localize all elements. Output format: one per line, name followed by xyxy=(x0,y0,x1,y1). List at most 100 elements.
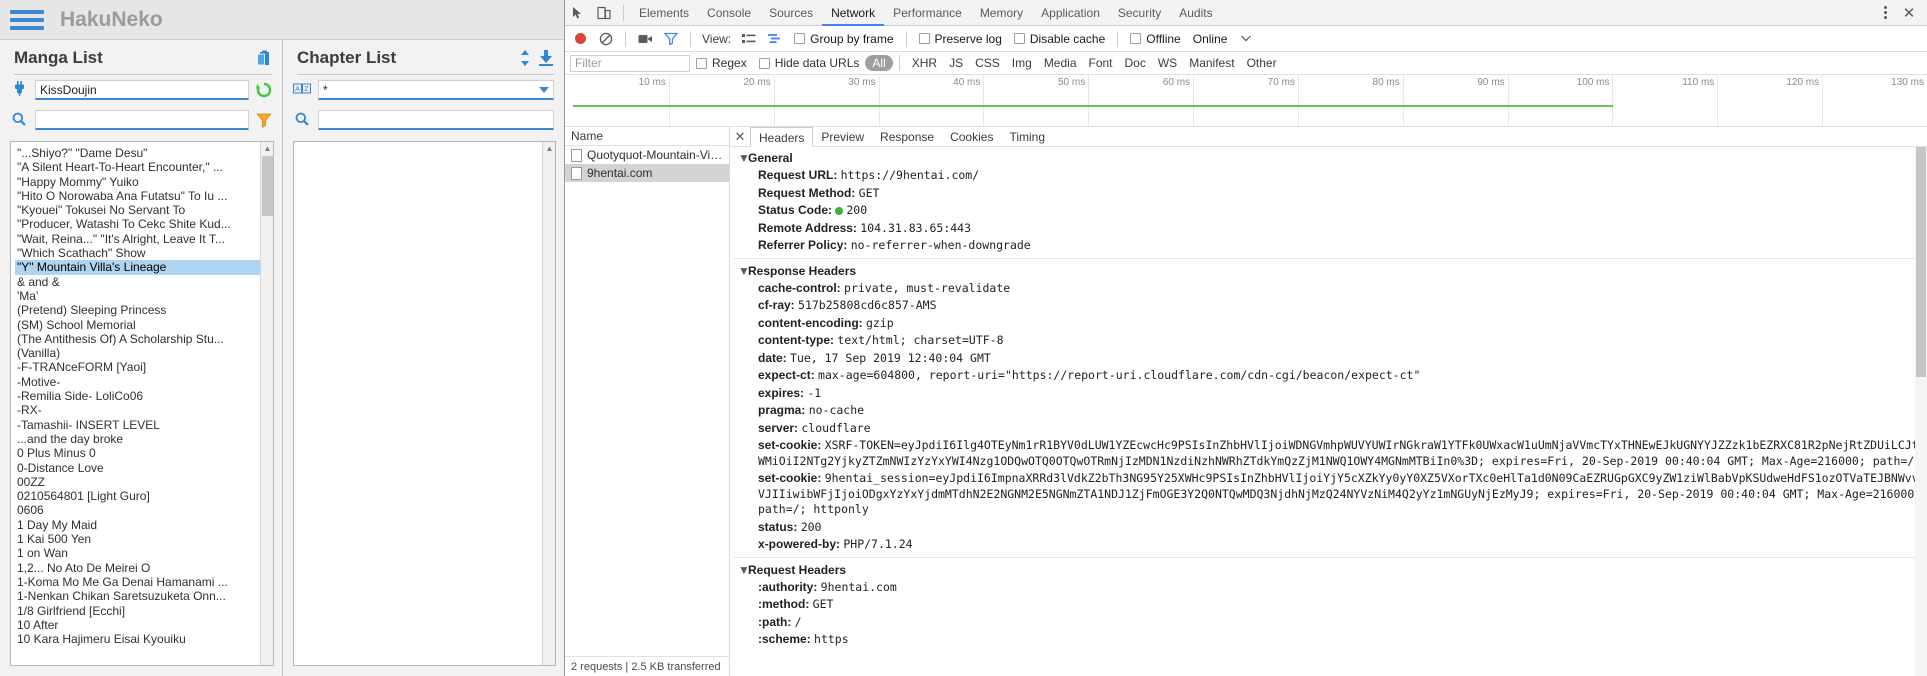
list-item[interactable]: "Y" Mountain Villa's Lineage xyxy=(15,260,273,275)
close-icon[interactable]: ✕ xyxy=(1897,0,1921,26)
hide-data-urls-checkbox[interactable]: Hide data URLs xyxy=(758,56,859,70)
triangle-down-icon[interactable]: ▼ xyxy=(738,151,750,165)
section-title[interactable]: ▼Request Headers xyxy=(734,561,1927,579)
list-view-icon[interactable] xyxy=(736,26,762,52)
list-item[interactable]: "Happy Mommy" Yuiko xyxy=(15,175,273,189)
chapter-listbox[interactable]: ▲ xyxy=(293,141,556,666)
tab-console[interactable]: Console xyxy=(698,0,760,26)
throttling-select[interactable]: Online xyxy=(1193,32,1228,46)
detail-tab-response[interactable]: Response xyxy=(872,127,942,147)
list-item[interactable]: 1-Koma Mo Me Ga Denai Hamanami ... xyxy=(15,575,273,589)
filter-type-doc[interactable]: Doc xyxy=(1119,56,1152,70)
close-icon[interactable]: ✕ xyxy=(730,129,750,145)
list-item[interactable]: & and & xyxy=(15,275,273,289)
manga-list-scrollbar[interactable]: ▲ xyxy=(260,142,273,665)
scrollbar-thumb[interactable] xyxy=(1916,147,1926,377)
offline-checkbox[interactable]: Offline xyxy=(1130,32,1181,46)
filter-type-media[interactable]: Media xyxy=(1038,56,1083,70)
checkbox-box[interactable] xyxy=(1130,33,1142,44)
list-item[interactable]: "Producer, Watashi To Cekc Shite Kud... xyxy=(15,217,273,231)
list-item[interactable]: "Which Scathach" Show xyxy=(15,246,273,260)
chevron-down-icon[interactable] xyxy=(1233,26,1259,52)
clipboard-icon[interactable] xyxy=(257,50,272,67)
filter-type-all[interactable]: All xyxy=(865,55,893,71)
filter-type-manifest[interactable]: Manifest xyxy=(1183,56,1240,70)
refresh-icon[interactable] xyxy=(256,82,272,98)
list-item[interactable]: 10 Kara Hajimeru Eisai Kyouiku xyxy=(15,632,273,646)
chevron-down-icon[interactable] xyxy=(539,86,549,93)
list-item[interactable]: ...and the day broke xyxy=(15,432,273,446)
record-stop-icon[interactable] xyxy=(575,33,586,44)
tab-sources[interactable]: Sources xyxy=(760,0,822,26)
filter-type-css[interactable]: CSS xyxy=(969,56,1006,70)
request-row[interactable]: Quotyquot-Mountain-Villa039... xyxy=(565,146,729,164)
list-item[interactable]: 0 Plus Minus 0 xyxy=(15,446,273,460)
chapter-search-input[interactable] xyxy=(318,110,554,130)
list-item[interactable]: 0-Distance Love xyxy=(15,461,273,475)
manga-search-input[interactable] xyxy=(35,110,249,130)
detail-tab-preview[interactable]: Preview xyxy=(813,127,872,147)
list-item[interactable]: 00ZZ xyxy=(15,475,273,489)
filter-type-js[interactable]: JS xyxy=(943,56,969,70)
list-item[interactable]: 1-Nenkan Chikan Saretsuzuketa Onn... xyxy=(15,589,273,603)
list-item[interactable]: 10 After xyxy=(15,618,273,632)
tab-performance[interactable]: Performance xyxy=(884,0,971,26)
scroll-up-icon[interactable]: ▲ xyxy=(261,142,273,155)
filter-type-font[interactable]: Font xyxy=(1083,56,1119,70)
filter-type-xhr[interactable]: XHR xyxy=(906,56,943,70)
waterfall-view-icon[interactable] xyxy=(762,26,788,52)
detail-tab-headers[interactable]: Headers xyxy=(750,126,814,147)
triangle-down-icon[interactable]: ▼ xyxy=(738,264,750,278)
connector-input[interactable]: KissDoujin xyxy=(35,80,249,100)
list-item[interactable]: (Pretend) Sleeping Princess xyxy=(15,303,273,317)
checkbox-box[interactable] xyxy=(758,57,770,69)
filter-type-img[interactable]: Img xyxy=(1006,56,1038,70)
list-item[interactable]: -Remilia Side- LoliCo06 xyxy=(15,389,273,403)
list-item[interactable]: -Tamashii- INSERT LEVEL xyxy=(15,418,273,432)
detail-scrollbar[interactable] xyxy=(1915,147,1927,676)
list-item[interactable]: 1 Day My Maid xyxy=(15,518,273,532)
scrollbar-thumb[interactable] xyxy=(262,156,273,216)
section-title[interactable]: ▼Response Headers xyxy=(734,262,1927,280)
group-by-frame-checkbox[interactable]: Group by frame xyxy=(794,32,894,46)
list-item[interactable]: "...Shiyo?" "Dame Desu" xyxy=(15,146,273,160)
list-item[interactable]: (The Antithesis Of) A Scholarship Stu... xyxy=(15,332,273,346)
tab-application[interactable]: Application xyxy=(1032,0,1109,26)
list-item[interactable]: 'Ma' xyxy=(15,289,273,303)
disable-cache-checkbox[interactable]: Disable cache xyxy=(1013,32,1105,46)
list-item[interactable]: (Vanilla) xyxy=(15,346,273,360)
list-item[interactable]: 0606 xyxy=(15,503,273,517)
filter-funnel-icon[interactable] xyxy=(658,26,684,52)
clear-icon[interactable] xyxy=(593,26,619,52)
checkbox-box[interactable] xyxy=(696,57,707,69)
list-item[interactable]: "Kyouei" Tokusei No Servant To xyxy=(15,203,273,217)
triangle-down-icon[interactable]: ▼ xyxy=(738,563,750,577)
list-item[interactable]: -RX- xyxy=(15,403,273,417)
tab-network[interactable]: Network xyxy=(822,0,884,26)
filter-type-other[interactable]: Other xyxy=(1241,56,1283,70)
checkbox-box[interactable] xyxy=(1013,33,1025,44)
list-item[interactable]: "Wait, Reina..." "It's Alright, Leave It… xyxy=(15,232,273,246)
list-item[interactable]: "A Silent Heart-To-Heart Encounter," ... xyxy=(15,160,273,174)
more-options-icon[interactable] xyxy=(1873,0,1897,26)
list-item[interactable]: 0210564801 [Light Guro] xyxy=(15,489,273,503)
screenshot-camera-icon[interactable] xyxy=(632,26,658,52)
device-toolbar-icon[interactable] xyxy=(591,0,617,26)
list-item[interactable]: (SM) School Memorial xyxy=(15,318,273,332)
detail-tab-timing[interactable]: Timing xyxy=(1001,127,1053,147)
filter-input[interactable]: Filter xyxy=(570,54,690,72)
scroll-up-icon[interactable]: ▲ xyxy=(543,142,555,155)
tab-security[interactable]: Security xyxy=(1109,0,1170,26)
preserve-log-checkbox[interactable]: Preserve log xyxy=(918,32,1002,46)
checkbox-box[interactable] xyxy=(918,33,930,44)
chapter-list-scrollbar[interactable]: ▲ xyxy=(542,142,555,665)
list-item[interactable]: 1 Kai 500 Yen xyxy=(15,532,273,546)
tab-memory[interactable]: Memory xyxy=(971,0,1032,26)
chapter-filter-input[interactable]: * xyxy=(318,80,554,100)
list-item[interactable]: -Motive- xyxy=(15,375,273,389)
tab-elements[interactable]: Elements xyxy=(630,0,698,26)
manga-listbox[interactable]: "...Shiyo?" "Dame Desu" "A Silent Heart-T… xyxy=(10,141,274,666)
sort-updown-icon[interactable] xyxy=(519,50,531,66)
filter-icon[interactable] xyxy=(256,112,272,128)
section-title[interactable]: ▼General xyxy=(734,149,1927,167)
